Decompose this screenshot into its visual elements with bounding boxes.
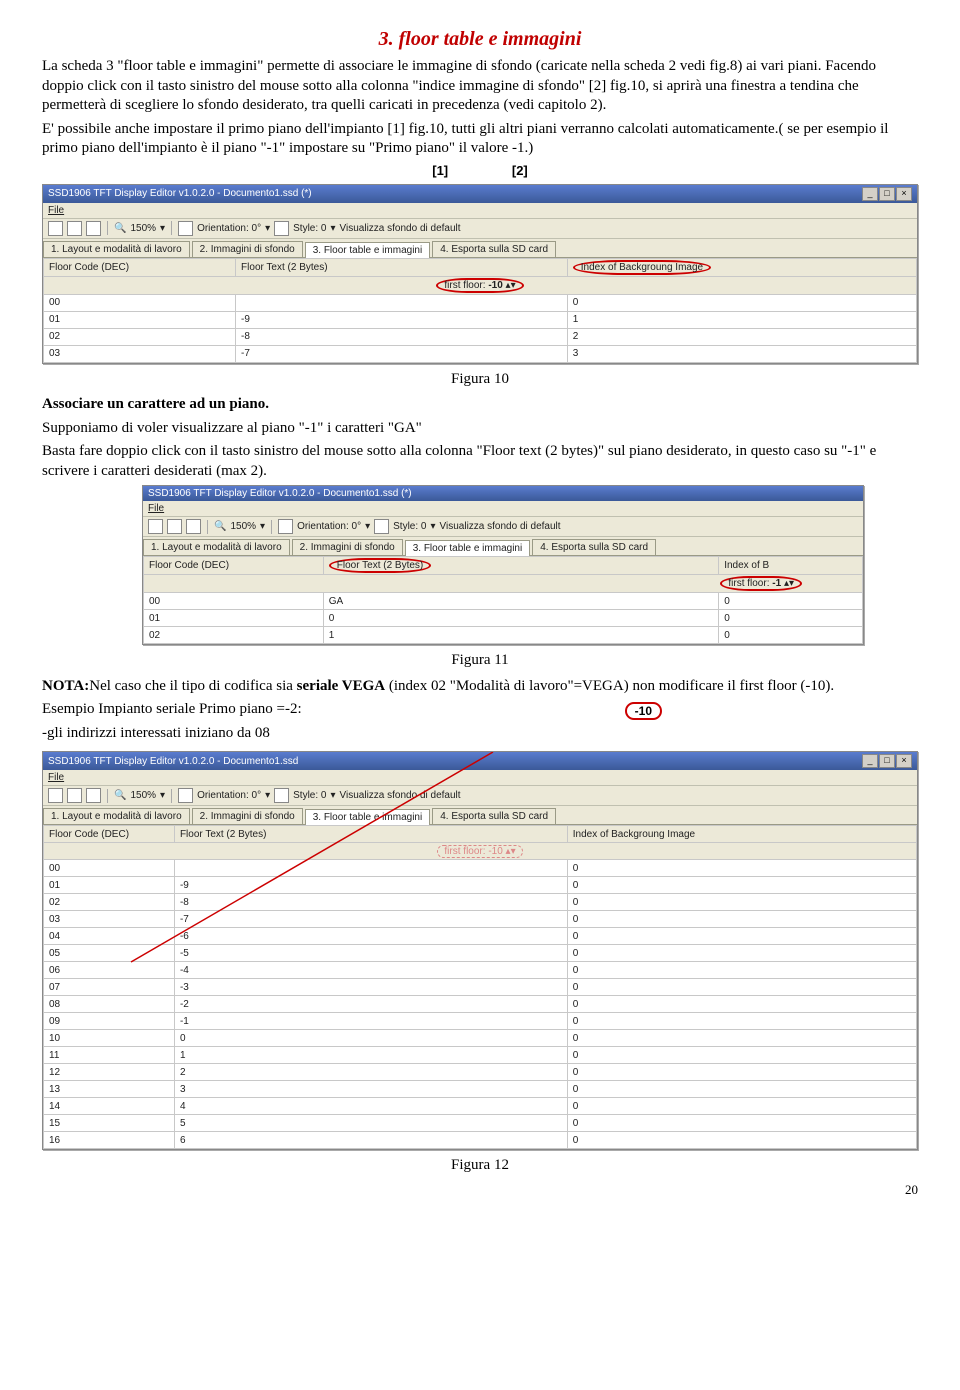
table-row[interactable]: 07-30 bbox=[44, 979, 917, 996]
example-line: Esempio Impianto seriale Primo piano =-2… bbox=[42, 700, 302, 720]
note: NOTA:Nel caso che il tipo di codifica si… bbox=[42, 677, 918, 697]
tab-3[interactable]: 4. Esporta sulla SD card bbox=[432, 808, 556, 824]
table-row[interactable]: 05-50 bbox=[44, 945, 917, 962]
open-icon[interactable] bbox=[67, 221, 82, 236]
col-index-bg: Index of Backgroung Image bbox=[567, 258, 916, 276]
figure-caption: Figura 12 bbox=[42, 1156, 918, 1176]
section-heading: 3. floor table e immagini bbox=[42, 28, 918, 51]
tab-0[interactable]: 1. Layout e modalità di lavoro bbox=[143, 539, 290, 555]
table-row[interactable]: 03-70 bbox=[44, 911, 917, 928]
paragraph: E' possibile anche impostare il primo pi… bbox=[42, 120, 918, 159]
save-icon[interactable] bbox=[86, 221, 101, 236]
table-row[interactable]: 0100 bbox=[144, 610, 863, 627]
table-row[interactable]: 06-40 bbox=[44, 962, 917, 979]
window-title: SSD1906 TFT Display Editor v1.0.2.0 - Do… bbox=[148, 488, 412, 499]
menu-bar[interactable]: File bbox=[43, 203, 917, 219]
tab-2[interactable]: 3. Floor table e immagini bbox=[405, 540, 531, 556]
screenshot-fig12: SSD1906 TFT Display Editor v1.0.2.0 - Do… bbox=[42, 751, 918, 1150]
show-default-bg[interactable]: Visualizza sfondo di default bbox=[340, 223, 461, 234]
table-row[interactable]: 1110 bbox=[44, 1047, 917, 1064]
tab-1[interactable]: 2. Immagini di sfondo bbox=[192, 241, 303, 257]
tab-1[interactable]: 2. Immagini di sfondo bbox=[192, 808, 303, 824]
table-row[interactable]: 1440 bbox=[44, 1098, 917, 1115]
screenshot-fig10: SSD1906 TFT Display Editor v1.0.2.0 - Do… bbox=[42, 184, 918, 364]
new-icon[interactable] bbox=[48, 221, 63, 236]
zoom-value[interactable]: 150% bbox=[130, 223, 156, 234]
table-row[interactable]: 08-20 bbox=[44, 996, 917, 1013]
tab-row: 1. Layout e modalità di lavoro2. Immagin… bbox=[43, 239, 917, 258]
floor-table[interactable]: Floor Code (DEC) Floor Text (2 Bytes) In… bbox=[43, 258, 917, 363]
tab-0[interactable]: 1. Layout e modalità di lavoro bbox=[43, 241, 190, 257]
tab-3[interactable]: 4. Esporta sulla SD card bbox=[432, 241, 556, 257]
paragraph: Supponiamo di voler visualizzare al pian… bbox=[42, 419, 918, 439]
table-row[interactable]: 00GA0 bbox=[144, 593, 863, 610]
page-number: 20 bbox=[905, 1182, 918, 1198]
table-row[interactable]: 000 bbox=[44, 860, 917, 877]
table-row[interactable]: 1660 bbox=[44, 1132, 917, 1149]
table-row[interactable]: 02-80 bbox=[44, 894, 917, 911]
table-row[interactable]: 0210 bbox=[144, 627, 863, 644]
window-titlebar: SSD1906 TFT Display Editor v1.0.2.0 - Do… bbox=[43, 185, 917, 203]
table-row[interactable]: 02-82 bbox=[44, 328, 917, 345]
paragraph: Basta fare doppio click con il tasto sin… bbox=[42, 442, 918, 481]
screenshot-fig11: SSD1906 TFT Display Editor v1.0.2.0 - Do… bbox=[142, 485, 864, 645]
window-title: SSD1906 TFT Display Editor v1.0.2.0 - Do… bbox=[48, 188, 312, 199]
paragraph: La scheda 3 "floor table e immagini" per… bbox=[42, 57, 918, 116]
table-row[interactable]: 1550 bbox=[44, 1115, 917, 1132]
table-row[interactable]: 1220 bbox=[44, 1064, 917, 1081]
window-title: SSD1906 TFT Display Editor v1.0.2.0 - Do… bbox=[48, 756, 298, 767]
table-row[interactable]: 1330 bbox=[44, 1081, 917, 1098]
window-buttons: _□× bbox=[861, 187, 912, 201]
callout-1: [1] bbox=[432, 163, 448, 178]
figure-caption: Figura 10 bbox=[42, 370, 918, 390]
table-row[interactable]: 03-73 bbox=[44, 345, 917, 362]
table-row[interactable]: 09-10 bbox=[44, 1013, 917, 1030]
tab-2[interactable]: 3. Floor table e immagini bbox=[305, 809, 431, 825]
col-floor-code: Floor Code (DEC) bbox=[44, 258, 236, 276]
table-row[interactable]: 1000 bbox=[44, 1030, 917, 1047]
subsection-title: Associare un carattere ad un piano. bbox=[42, 395, 918, 415]
toolbar[interactable]: 🔍 150% ▾ Orientation: 0° ▾ Style: 0 ▾ Vi… bbox=[43, 219, 917, 239]
style-icon[interactable] bbox=[274, 221, 289, 236]
tab-0[interactable]: 1. Layout e modalità di lavoro bbox=[43, 808, 190, 824]
neg10-badge: -10 bbox=[625, 702, 662, 720]
example-line: -gli indirizzi interessati iniziano da 0… bbox=[42, 724, 302, 744]
tab-1[interactable]: 2. Immagini di sfondo bbox=[292, 539, 403, 555]
col-floor-text: Floor Text (2 Bytes) bbox=[236, 258, 568, 276]
table-row[interactable]: 04-60 bbox=[44, 928, 917, 945]
table-row[interactable]: 01-91 bbox=[44, 311, 917, 328]
orientation-icon[interactable] bbox=[178, 221, 193, 236]
figure-caption: Figura 11 bbox=[42, 651, 918, 671]
table-row[interactable]: 000 bbox=[44, 294, 917, 311]
tab-3[interactable]: 4. Esporta sulla SD card bbox=[532, 539, 656, 555]
tab-2[interactable]: 3. Floor table e immagini bbox=[305, 242, 431, 258]
table-row[interactable]: 01-90 bbox=[44, 877, 917, 894]
callout-2: [2] bbox=[512, 163, 528, 178]
